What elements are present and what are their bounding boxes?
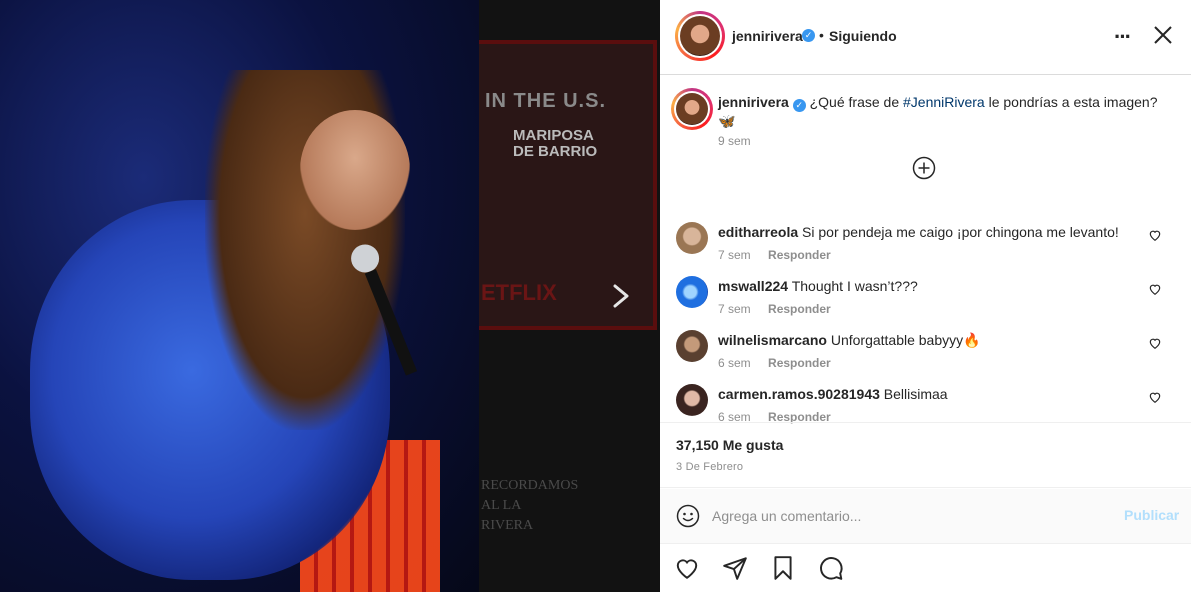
heart-icon[interactable] [1148,336,1162,350]
comment-time: 6 sem [718,356,751,370]
comment-body: wilnelismarcano Unforgattable babyyy🔥 [718,332,981,349]
commenter-avatar[interactable] [676,276,708,308]
preview-lower-text: RECORDAMOS AL LA RIVERA [481,476,578,536]
post-date: 3 De Febrero [676,461,744,473]
heart-icon[interactable] [1148,228,1162,242]
comment-username[interactable]: carmen.ramos.90281943 [718,386,880,402]
post-actions [660,545,1191,592]
heart-icon[interactable] [1148,390,1162,404]
comment-text: Bellisimaa [883,386,948,402]
plus-circle-icon[interactable] [912,156,936,180]
preview-poster-title: MARIPOSA DE BARRIO [513,128,597,160]
caption-avatar[interactable] [671,88,713,130]
singer-face [300,110,410,230]
comment-time: 7 sem [718,248,751,262]
caption-text: jennirivera ✓ ¿Qué frase de #JenniRivera… [718,93,1158,130]
heart-icon[interactable] [1148,282,1162,296]
comment-text: Unforgattable babyyy🔥 [830,332,981,348]
likes-count[interactable]: 37,150 Me gusta [676,437,783,453]
bookmark-icon[interactable] [770,555,796,581]
post-photo[interactable] [0,0,479,592]
preview-lower-line-1: RECORDAMOS [481,478,579,493]
comment-meta: 6 sem Responder [718,356,831,370]
preview-lower-line-2: AL LA [481,498,522,513]
preview-brand: ETFLIX [481,280,557,305]
commenter-avatar[interactable] [676,384,708,416]
post-caption: jennirivera ✓ ¿Qué frase de #JenniRivera… [660,76,1191,196]
comment-body: mswall224 Thought I wasn’t??? [718,278,918,294]
comment-icon[interactable] [818,555,844,581]
header-username[interactable]: jennirivera [732,28,803,44]
comment-item: editharreola Si por pendeja me caigo ¡po… [660,218,1191,272]
header-avatar[interactable] [675,11,725,61]
caption-body: ¿Qué frase de [809,94,903,110]
caption-username[interactable]: jennirivera [718,94,789,110]
follow-status-button[interactable]: Siguiendo [829,28,897,44]
comment-meta: 7 sem Responder [718,248,831,262]
verified-icon: ✓ [802,29,815,42]
reply-button[interactable]: Responder [768,248,831,262]
verified-icon: ✓ [792,99,806,112]
preview-title-line-2: DE BARRIO [513,143,598,160]
comment-time: 7 sem [718,302,751,316]
comment-username[interactable]: wilnelismarcano [718,332,827,348]
more-icon[interactable]: ··· [1114,24,1132,50]
comment-username[interactable]: mswall224 [718,278,788,294]
comment-username[interactable]: editharreola [718,224,798,240]
comment-form: Publicar [660,489,1191,544]
comment-text: Thought I wasn’t??? [791,278,918,294]
caption-body-suffix: le pondrías a esta imagen? [984,94,1158,110]
preview-lower-line-3: RIVERA [481,518,534,533]
reply-button[interactable]: Responder [768,356,831,370]
comment-body: editharreola Si por pendeja me caigo ¡po… [718,224,1119,240]
chevron-right-icon[interactable] [609,283,633,309]
caption-time: 9 sem [718,134,751,148]
comment-item: mswall224 Thought I wasn’t??? 7 sem Resp… [660,272,1191,326]
comment-input[interactable] [712,505,1102,527]
post-stats: 37,150 Me gusta 3 De Febrero [660,422,1191,488]
comment-text: Si por pendeja me caigo ¡por chingona me… [802,224,1119,240]
separator-dot: • [819,27,824,43]
preview-poster-text: IN THE U.S. [485,90,607,112]
share-icon[interactable] [722,555,748,581]
comment-item: wilnelismarcano Unforgattable babyyy🔥 6 … [660,326,1191,380]
commenter-avatar[interactable] [676,222,708,254]
post-header: jennirivera ✓ • Siguiendo ··· [660,0,1191,75]
caption-hashtag[interactable]: #JenniRivera [903,94,985,110]
reply-button[interactable]: Responder [768,302,831,316]
butterfly-emoji: 🦋 [718,113,736,129]
emoji-icon[interactable] [676,504,700,528]
post-detail-panel: jennirivera ✓ • Siguiendo ··· jenniriver… [660,0,1191,592]
comment-meta: 7 sem Responder [718,302,831,316]
publish-button[interactable]: Publicar [1124,507,1179,523]
commenter-avatar[interactable] [676,330,708,362]
preview-title-line-1: MARIPOSA [513,127,594,144]
comment-body: carmen.ramos.90281943 Bellisimaa [718,386,948,402]
heart-icon[interactable] [674,555,700,581]
close-icon[interactable] [1152,24,1174,46]
